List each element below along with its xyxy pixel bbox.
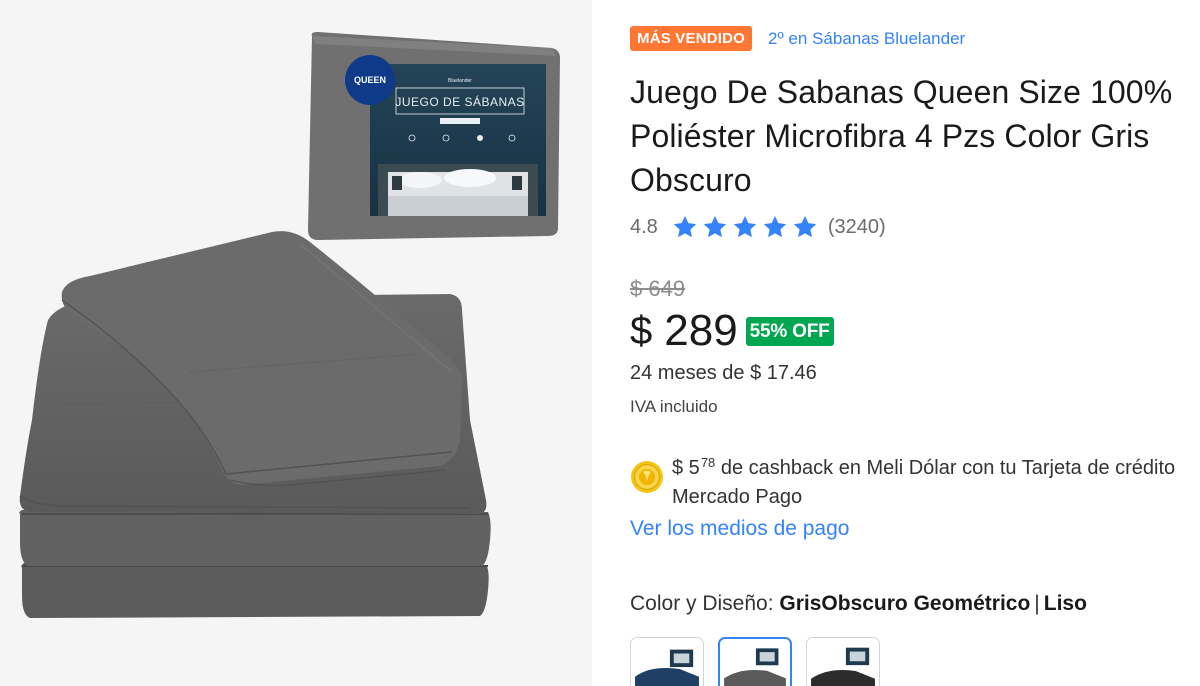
product-image: QUEEN Bluelander JUEGO DE SÁBANAS [19, 32, 560, 618]
tax-note: IVA incluido [630, 397, 718, 416]
swatch-negro[interactable] [806, 637, 880, 686]
star-icon [792, 214, 822, 240]
variant-separator: | [1034, 592, 1040, 615]
coin-icon [631, 461, 663, 493]
product-title: Juego De Sabanas Queen Size 100% Poliést… [630, 74, 1173, 198]
swatch-image [720, 639, 790, 686]
swatch-image [631, 638, 703, 686]
cashback-text: $ 578 de cashback en Meli Dólar con tu T… [672, 448, 1190, 512]
color-swatches [630, 637, 894, 686]
price-row: $ 289 55% OFF [630, 306, 834, 356]
variant-value-secondary: Liso [1043, 592, 1087, 615]
original-price: $ 649 [630, 276, 686, 301]
variant-label: Color y Diseño: [630, 592, 780, 615]
cashback-cents: 78 [700, 455, 716, 470]
rating-summary[interactable]: 4.8 (3240) [630, 214, 886, 240]
product-image-gallery[interactable]: QUEEN Bluelander JUEGO DE SÁBANAS [0, 0, 592, 686]
variant-value: GrisObscuro Geométrico [779, 592, 1031, 615]
star-icon [672, 214, 702, 240]
current-price: 289 [664, 306, 738, 355]
package-badge-text: QUEEN [354, 75, 386, 85]
price-currency: $ [630, 308, 653, 353]
installments-text: 24 meses de $ 17.46 [630, 362, 817, 384]
best-seller-badge: MÁS VENDIDO [630, 26, 753, 51]
swatch-azul[interactable] [630, 637, 704, 686]
cashback-info: $ 578 de cashback en Meli Dólar con tu T… [630, 448, 1190, 512]
cashback-amount: $ 578 [672, 455, 716, 479]
payment-methods-link[interactable]: Ver los medios de pago [630, 517, 849, 541]
variant-selector-label: Color y Diseño: GrisObscuro Geométrico | L… [630, 592, 1087, 616]
package-brand-text: Bluelander [448, 78, 472, 84]
swatch-image [807, 638, 879, 686]
package-title-text: JUEGO DE SÁBANAS [395, 94, 524, 109]
ranking-link[interactable]: 2º en Sábanas Bluelander [768, 29, 965, 49]
rating-stars [672, 214, 822, 240]
badge-row: MÁS VENDIDO 2º en Sábanas Bluelander [630, 26, 965, 51]
swatch-gris-obscuro[interactable] [718, 637, 792, 686]
cashback-description: de cashback en Meli Dólar con tu Tarjeta… [672, 457, 1176, 508]
discount-badge: 55% OFF [745, 316, 834, 346]
star-icon [732, 214, 762, 240]
rating-value: 4.8 [630, 215, 658, 238]
star-icon [762, 214, 792, 240]
star-icon [702, 214, 732, 240]
review-count: (3240) [827, 215, 886, 238]
